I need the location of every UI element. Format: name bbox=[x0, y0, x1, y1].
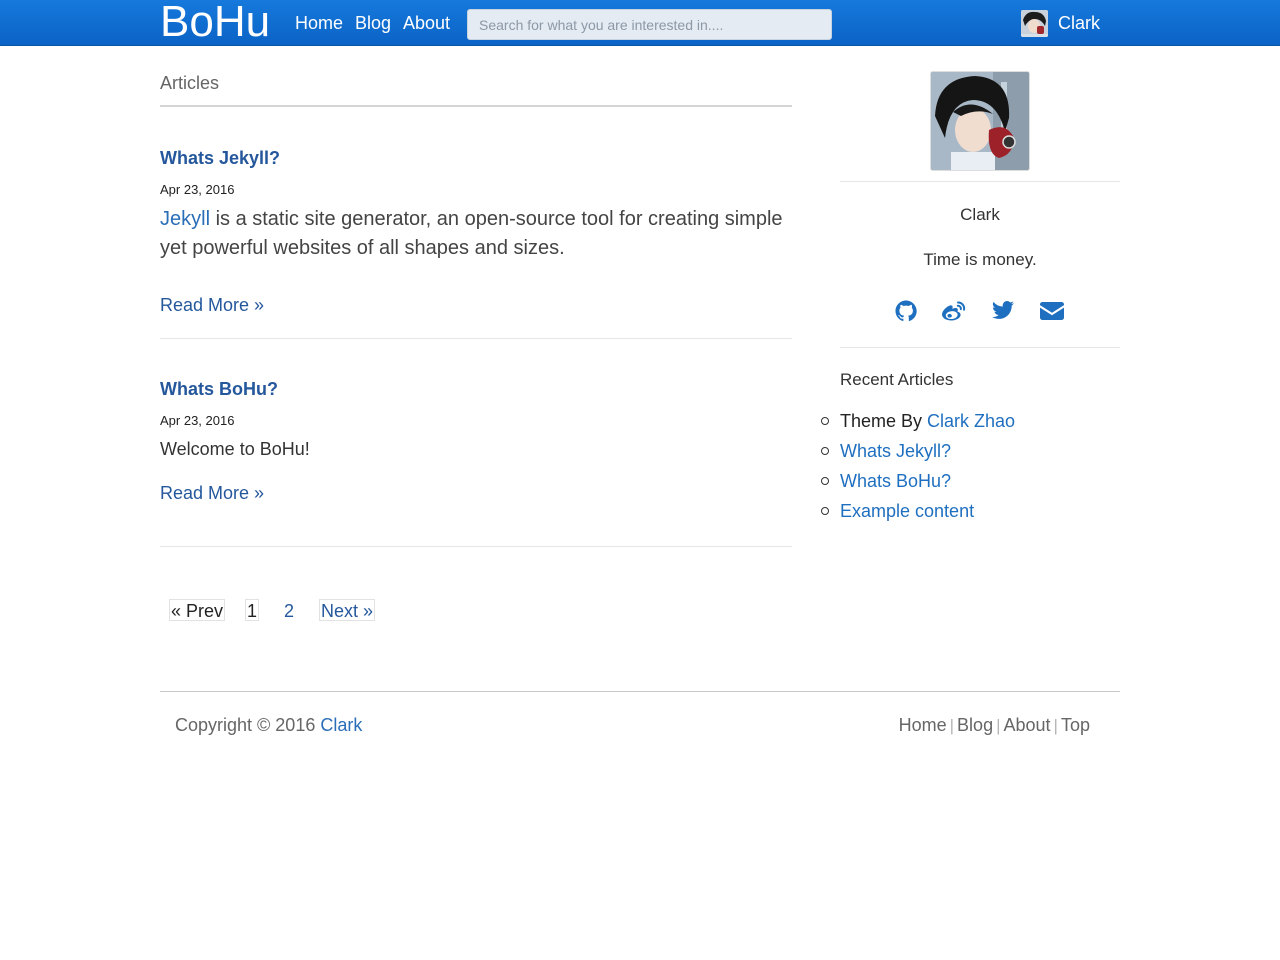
twitter-icon[interactable] bbox=[990, 298, 1016, 324]
recent-articles-title: Recent Articles bbox=[840, 370, 954, 389]
bullet-icon bbox=[821, 477, 829, 485]
copyright-text: Copyright © 2016 bbox=[175, 715, 321, 735]
footer-divider bbox=[160, 691, 1120, 692]
footer-about-link[interactable]: About bbox=[1004, 715, 1051, 735]
pagination-page-current: 1 bbox=[245, 599, 260, 621]
post-excerpt: Jekyll is a static site generator, an op… bbox=[160, 205, 800, 263]
profile-motto: Time is money. bbox=[923, 250, 1037, 269]
pagination-next[interactable]: Next » bbox=[319, 599, 376, 621]
search-input[interactable] bbox=[467, 9, 832, 40]
footer-nav: Home | Blog | About | Top bbox=[899, 715, 1090, 736]
nav-blog-link[interactable]: Blog bbox=[355, 0, 391, 46]
separator: | bbox=[1053, 716, 1058, 735]
recent-articles-list: Theme By Clark Zhao Whats Jekyll? Whats … bbox=[820, 408, 1015, 528]
bullet-icon bbox=[821, 447, 829, 455]
read-more-link[interactable]: Read More » bbox=[160, 483, 264, 504]
separator: | bbox=[949, 716, 955, 735]
theme-by-label: Theme By bbox=[840, 411, 928, 431]
pagination-prev[interactable]: « Prev bbox=[169, 599, 226, 621]
profile-name: Clark bbox=[960, 205, 1000, 224]
sidebar-divider bbox=[840, 347, 1120, 348]
weibo-icon[interactable] bbox=[941, 298, 967, 324]
post-divider bbox=[160, 338, 792, 339]
list-item: Example content bbox=[820, 498, 1015, 528]
recent-article-link[interactable]: Example content bbox=[840, 501, 974, 521]
section-divider bbox=[160, 105, 792, 107]
post-divider bbox=[160, 546, 792, 547]
section-title: Articles bbox=[160, 73, 220, 93]
bullet-icon bbox=[821, 417, 829, 425]
post-date: Apr 23, 2016 bbox=[160, 182, 235, 197]
top-navbar: BoHu Home Blog About Clark bbox=[0, 0, 1280, 46]
recent-article-link[interactable]: Whats BoHu? bbox=[840, 471, 951, 491]
avatar bbox=[1021, 10, 1048, 37]
nav-about-link[interactable]: About bbox=[403, 0, 450, 46]
profile-photo bbox=[930, 71, 1030, 171]
post-excerpt-text: is a static site generator, an open-sour… bbox=[160, 208, 783, 259]
post-title-link[interactable]: Whats BoHu? bbox=[160, 379, 278, 400]
read-more-link[interactable]: Read More » bbox=[160, 295, 264, 316]
list-item: Whats Jekyll? bbox=[820, 438, 1015, 468]
post-excerpt: Welcome to BoHu! bbox=[160, 439, 310, 459]
copyright: Copyright © 2016 Clark bbox=[175, 715, 362, 736]
post-title-link[interactable]: Whats Jekyll? bbox=[160, 148, 280, 169]
user-name: Clark bbox=[1058, 13, 1101, 33]
list-item: Whats BoHu? bbox=[820, 468, 1015, 498]
footer-top-link[interactable]: Top bbox=[1061, 715, 1090, 735]
copyright-author-link[interactable]: Clark bbox=[320, 715, 362, 735]
pagination-page-link[interactable]: 2 bbox=[282, 599, 296, 621]
brand-logo[interactable]: BoHu bbox=[160, 0, 270, 45]
jekyll-link[interactable]: Jekyll bbox=[160, 208, 210, 230]
list-item: Theme By Clark Zhao bbox=[820, 408, 1015, 438]
footer-home-link[interactable]: Home bbox=[899, 715, 947, 735]
user-menu[interactable]: Clark bbox=[1021, 10, 1100, 37]
envelope-icon[interactable] bbox=[1039, 298, 1065, 324]
recent-article-link[interactable]: Whats Jekyll? bbox=[840, 441, 951, 461]
separator: | bbox=[996, 716, 1001, 735]
github-icon[interactable] bbox=[893, 298, 919, 324]
footer-blog-link[interactable]: Blog bbox=[957, 715, 993, 735]
nav-home-link[interactable]: Home bbox=[295, 0, 343, 46]
post-date: Apr 23, 2016 bbox=[160, 413, 235, 428]
theme-author-link[interactable]: Clark Zhao bbox=[927, 411, 1015, 431]
sidebar-divider bbox=[840, 181, 1120, 182]
bullet-icon bbox=[821, 507, 829, 515]
